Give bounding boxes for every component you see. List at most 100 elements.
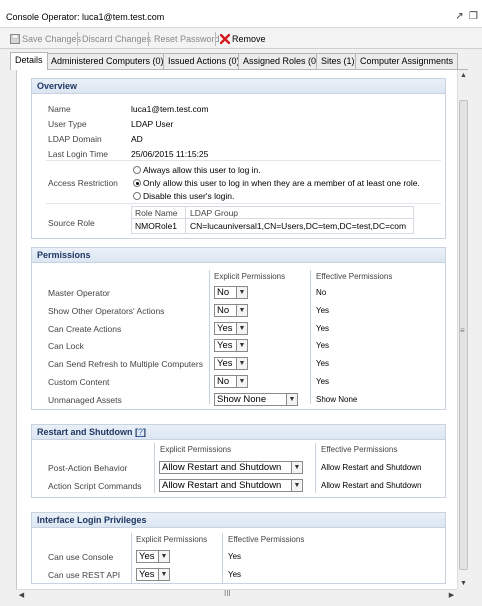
user-type-label: User Type	[48, 119, 87, 129]
remove-button[interactable]: Remove	[219, 32, 266, 46]
chevron-down-icon[interactable]: ▼	[158, 551, 169, 562]
select-value: Yes	[217, 323, 233, 334]
interface-label: Can use REST API	[48, 570, 121, 580]
select-value: Allow Restart and Shutdown	[162, 480, 282, 491]
chevron-down-icon[interactable]: ▼	[291, 462, 302, 473]
floppy-disk-icon	[10, 34, 20, 44]
can-lock-select[interactable]: Yes ▼	[214, 339, 248, 352]
effective-permissions-header: Effective Permissions	[321, 445, 398, 454]
chevron-down-icon[interactable]: ▼	[236, 287, 247, 298]
access-option-always[interactable]: Always allow this user to log in.	[133, 165, 261, 175]
interface-login-section: Interface Login Privileges Explicit Perm…	[31, 512, 446, 584]
row-divider	[132, 218, 413, 219]
chevron-down-icon[interactable]: ▼	[158, 569, 169, 580]
action-script-commands-select[interactable]: Allow Restart and Shutdown ▼	[159, 479, 303, 492]
restart-label: Post-Action Behavior	[48, 463, 128, 473]
permission-label: Master Operator	[48, 288, 110, 298]
access-option-label: Always allow this user to log in.	[143, 165, 261, 175]
chevron-down-icon[interactable]: ▼	[236, 340, 247, 351]
chevron-down-icon[interactable]: ▼	[236, 323, 247, 334]
last-login-label: Last Login Time	[48, 149, 109, 159]
effective-value: Yes	[316, 377, 330, 386]
chevron-down-icon[interactable]: ▼	[236, 305, 247, 316]
custom-content-select[interactable]: No ▼	[214, 375, 248, 388]
effective-permissions-header: Effective Permissions	[228, 535, 305, 544]
toolbar-separator	[77, 32, 78, 46]
toolbar-separator	[215, 32, 216, 46]
scroll-up-icon[interactable]: ▲	[458, 70, 469, 81]
chevron-down-icon[interactable]: ▼	[236, 376, 247, 387]
tab-assigned-roles[interactable]: Assigned Roles (0)	[238, 53, 325, 69]
can-use-console-select[interactable]: Yes ▼	[136, 550, 170, 563]
name-value: luca1@tem.test.com	[131, 104, 209, 114]
select-value: Show None	[217, 394, 267, 405]
post-action-behavior-select[interactable]: Allow Restart and Shutdown ▼	[159, 461, 303, 474]
can-send-refresh-select[interactable]: Yes ▼	[214, 357, 248, 370]
vertical-scrollbar[interactable]: ▲ ≡ ▼	[457, 70, 468, 589]
permission-label: Can Create Actions	[48, 324, 122, 334]
ldap-domain-label: LDAP Domain	[48, 134, 102, 144]
scrollbar-thumb[interactable]	[459, 100, 468, 570]
chevron-down-icon[interactable]: ▼	[291, 480, 302, 491]
unmanaged-assets-select[interactable]: Show None ▼	[214, 393, 298, 406]
overview-section: Overview Name luca1@tem.test.com User Ty…	[31, 78, 446, 239]
radio-button[interactable]	[133, 179, 141, 187]
effective-value: Allow Restart and Shutdown	[321, 481, 422, 490]
access-option-disable[interactable]: Disable this user's login.	[133, 191, 234, 201]
permission-label: Show Other Operators' Actions	[48, 306, 165, 316]
select-value: Allow Restart and Shutdown	[162, 462, 282, 473]
window-title: Console Operator: luca1@tem.test.com	[6, 12, 165, 22]
scroll-down-icon[interactable]: ▼	[458, 578, 469, 589]
save-changes-button[interactable]: Save Changes	[10, 32, 81, 46]
ldap-group-header: LDAP Group	[190, 208, 239, 218]
details-panel: Overview Name luca1@tem.test.com User Ty…	[16, 70, 457, 589]
can-create-actions-select[interactable]: Yes ▼	[214, 322, 248, 335]
explicit-permissions-header: Explicit Permissions	[214, 272, 286, 281]
col-divider	[222, 533, 223, 583]
toolbar-separator	[148, 32, 149, 46]
role-name-cell: NMORole1	[135, 221, 178, 231]
chevron-down-icon[interactable]: ▼	[236, 358, 247, 369]
access-restriction-label: Access Restriction	[48, 178, 118, 188]
tab-issued-actions[interactable]: Issued Actions (0)	[163, 53, 245, 69]
effective-value: Yes	[316, 359, 330, 368]
select-value: No	[217, 376, 230, 387]
source-role-table: Role Name LDAP Group NMORole1 CN=lucauni…	[131, 206, 414, 234]
chevron-down-icon[interactable]: ▼	[286, 394, 297, 405]
radio-button[interactable]	[133, 192, 141, 200]
restore-icon[interactable]: ❐	[468, 11, 479, 22]
master-operator-select[interactable]: No ▼	[214, 286, 248, 299]
access-option-label: Only allow this user to log in when they…	[143, 178, 420, 188]
reset-password-label: Reset Password	[154, 34, 220, 44]
red-x-icon	[219, 33, 231, 45]
col-divider	[131, 533, 132, 583]
source-role-label: Source Role	[48, 218, 95, 228]
reset-password-button[interactable]: Reset Password	[154, 32, 220, 46]
access-option-role-member[interactable]: Only allow this user to log in when they…	[133, 178, 420, 188]
scroll-grip-icon: III	[224, 589, 231, 598]
can-use-rest-api-select[interactable]: Yes ▼	[136, 568, 170, 581]
tab-details[interactable]: Details	[10, 52, 48, 70]
effective-value: Yes	[316, 306, 330, 315]
tab-administered-computers[interactable]: Administered Computers (0)	[46, 53, 169, 69]
radio-button[interactable]	[133, 166, 141, 174]
tab-computer-assignments[interactable]: Computer Assignments	[355, 53, 459, 69]
permission-label: Unmanaged Assets	[48, 395, 122, 405]
select-value: Yes	[217, 340, 233, 351]
toolbar: Save Changes Discard Changes Reset Passw…	[0, 29, 482, 49]
overview-header: Overview	[32, 79, 445, 94]
role-name-header: Role Name	[135, 208, 178, 218]
effective-value: Yes	[228, 552, 242, 561]
col-divider	[154, 443, 155, 493]
horizontal-scrollbar[interactable]: ◀ III ▶	[16, 589, 457, 600]
tab-sites[interactable]: Sites (1)	[316, 53, 360, 69]
scroll-grip-icon: ≡	[460, 326, 465, 335]
discard-changes-button[interactable]: Discard Changes	[82, 32, 151, 46]
popout-icon[interactable]: ↗	[454, 11, 465, 22]
scroll-right-icon[interactable]: ▶	[446, 590, 457, 601]
restart-shutdown-title-end: ]	[143, 427, 147, 437]
row-divider	[46, 160, 441, 161]
show-other-actions-select[interactable]: No ▼	[214, 304, 248, 317]
effective-value: Yes	[316, 324, 330, 333]
scroll-left-icon[interactable]: ◀	[16, 590, 27, 601]
